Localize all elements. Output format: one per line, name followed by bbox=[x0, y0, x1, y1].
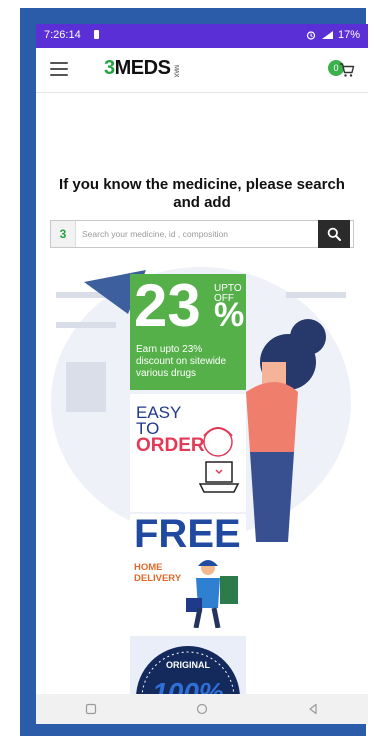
delivery-text: DELIVERY bbox=[134, 573, 182, 584]
search-input[interactable] bbox=[76, 228, 353, 240]
free-delivery-promo-banner[interactable]: FREE HOME DELIVERY bbox=[130, 514, 246, 629]
alarm-icon bbox=[306, 31, 316, 40]
discount-description: Earn upto 23% discount on sitewide vario… bbox=[136, 344, 227, 379]
search-icon bbox=[327, 227, 341, 241]
search-box: 3 bbox=[50, 220, 354, 248]
search-button[interactable] bbox=[318, 220, 350, 248]
search-prefix-logo: 3 bbox=[51, 221, 76, 247]
menu-icon[interactable] bbox=[50, 62, 68, 76]
back-button[interactable] bbox=[293, 697, 333, 721]
logo-small: MAX bbox=[172, 65, 179, 77]
cart-icon bbox=[340, 63, 355, 77]
notification-icon bbox=[94, 30, 99, 39]
app-header: 3MEDS MAX 0 bbox=[36, 48, 368, 93]
cart-button[interactable]: 0 bbox=[328, 60, 356, 80]
person-laptop-illustration bbox=[198, 427, 240, 493]
discount-value: 23 bbox=[134, 272, 201, 339]
home-delivery-text: HOME DELIVERY bbox=[134, 562, 181, 584]
free-text: FREE bbox=[134, 512, 241, 556]
search-heading: If you know the medicine, please search … bbox=[59, 176, 345, 211]
system-nav-bar bbox=[36, 694, 368, 724]
logo-number: 3 bbox=[104, 57, 115, 79]
logo-text: MEDS bbox=[114, 57, 171, 79]
status-time: 7:26:14 bbox=[44, 29, 81, 41]
easy-order-promo-banner[interactable]: EASY TO ORDER bbox=[130, 394, 246, 512]
back-icon bbox=[309, 703, 317, 715]
home-text: HOME bbox=[134, 562, 163, 573]
delivery-person-illustration bbox=[186, 560, 238, 628]
recent-apps-button[interactable] bbox=[71, 697, 111, 721]
battery-level: 17% bbox=[337, 29, 360, 41]
home-icon bbox=[196, 703, 208, 715]
original-text: ORIGINAL bbox=[166, 660, 211, 670]
status-bar: 7:26:14 17% bbox=[36, 24, 368, 48]
recent-apps-icon bbox=[86, 703, 97, 715]
signal-icon bbox=[321, 31, 333, 39]
phone-screen: 7:26:14 17% 3MEDS MAX 0 If you know the … bbox=[36, 24, 368, 724]
percent-sign: % bbox=[214, 296, 245, 334]
discount-promo-banner[interactable]: 23 UPTO OFF % Earn upto 23% discount on s… bbox=[130, 274, 246, 390]
home-button[interactable] bbox=[182, 697, 222, 721]
status-icons: 17% bbox=[306, 29, 360, 41]
app-logo[interactable]: 3MEDS MAX bbox=[104, 57, 178, 80]
